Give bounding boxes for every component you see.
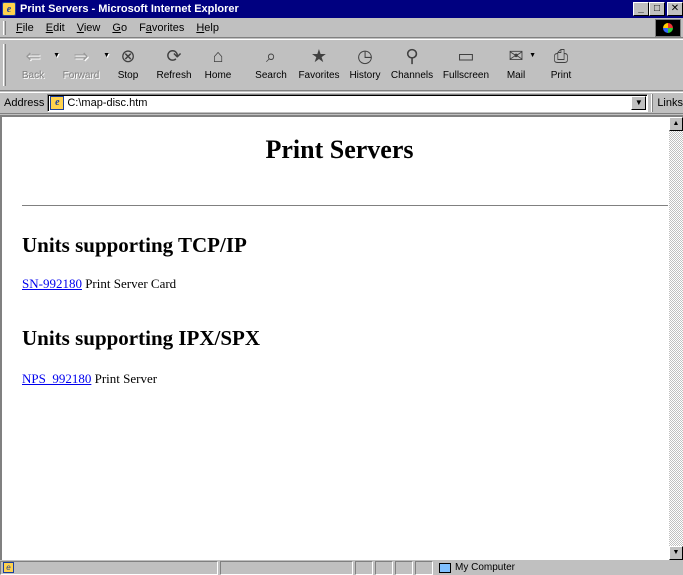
section-heading-ipxspx: Units supporting IPX/SPX <box>22 326 261 350</box>
history-icon: ◷ <box>357 45 373 66</box>
back-arrow-icon: ⇐ <box>25 45 41 66</box>
mail-button[interactable]: ✉ Mail ▼ <box>494 44 538 88</box>
page-title: Print Servers <box>265 135 414 164</box>
minimize-button[interactable]: _ <box>633 2 649 16</box>
page-icon: e <box>50 96 65 110</box>
menu-file[interactable]: File <box>10 22 40 34</box>
ie-logo-icon[interactable]: e <box>2 2 16 16</box>
forward-button[interactable]: ⇒ Forward ▼ <box>56 44 110 88</box>
list-item: NPS_992180 Print Server <box>22 371 158 386</box>
status-pane <box>415 560 433 575</box>
divider <box>22 205 668 207</box>
vertical-scrollbar[interactable]: ▲ ▼ <box>669 117 683 560</box>
history-button[interactable]: ◷ History <box>344 44 386 88</box>
title-bar: e Print Servers - Microsoft Internet Exp… <box>0 0 683 18</box>
address-dropdown-icon[interactable]: ▼ <box>631 96 647 110</box>
refresh-button[interactable]: ⟳ Refresh <box>150 44 198 88</box>
window-controls: _ □ ✕ <box>633 2 683 16</box>
menu-grip[interactable] <box>3 20 6 35</box>
menu-view[interactable]: View <box>71 22 107 34</box>
favorites-button[interactable]: ★ Favorites <box>294 44 344 88</box>
stop-button[interactable]: ⊗ Stop <box>106 44 150 88</box>
standard-toolbar: ⇐ Back ▼ ⇒ Forward ▼ ⊗ Stop ⟳ Refresh ⌂ … <box>0 39 683 91</box>
menu-help[interactable]: Help <box>190 22 225 34</box>
favorites-icon: ★ <box>310 45 328 66</box>
content-area: Print Servers Units supporting TCP/IP SN… <box>0 115 683 560</box>
fullscreen-icon: ▭ <box>457 45 475 66</box>
home-icon: ⌂ <box>212 45 224 66</box>
print-button[interactable]: ⎙ Print <box>538 44 584 88</box>
stop-icon: ⊗ <box>120 45 136 66</box>
address-label: Address <box>4 97 45 109</box>
security-zone: My Computer <box>435 562 683 573</box>
channels-icon: ⚲ <box>405 45 419 66</box>
web-page: Print Servers Units supporting TCP/IP SN… <box>8 117 671 560</box>
search-icon: ⌕ <box>265 45 277 66</box>
fullscreen-button[interactable]: ▭ Fullscreen <box>438 44 494 88</box>
address-input[interactable]: e C:\map-disc.htm ▼ <box>47 94 649 112</box>
back-button[interactable]: ⇐ Back ▼ <box>10 44 60 88</box>
close-button[interactable]: ✕ <box>667 2 683 16</box>
maximize-button[interactable]: □ <box>649 2 665 16</box>
mail-icon: ✉ <box>508 45 524 66</box>
menu-bar: File Edit View Go Favorites Help <box>0 18 683 38</box>
scroll-up-icon[interactable]: ▲ <box>669 117 683 131</box>
address-url[interactable]: C:\map-disc.htm <box>67 97 147 109</box>
link-sn-992180[interactable]: SN-992180 <box>22 276 82 291</box>
link-nps-992180[interactable]: NPS_992180 <box>22 371 91 386</box>
status-text-pane: e <box>0 560 218 575</box>
toolbar-grip[interactable] <box>3 44 6 86</box>
refresh-icon: ⟳ <box>166 45 182 66</box>
status-bar: e My Computer <box>0 560 683 575</box>
window-title: Print Servers - Microsoft Internet Explo… <box>20 3 239 15</box>
progress-pane <box>220 560 353 575</box>
address-bar: Address e C:\map-disc.htm ▼ Links <box>0 92 683 114</box>
home-button[interactable]: ⌂ Home <box>198 44 238 88</box>
list-item: SN-992180 Print Server Card <box>22 276 177 291</box>
scroll-down-icon[interactable]: ▼ <box>669 546 683 560</box>
ie-status-icon: e <box>3 562 14 573</box>
print-icon: ⎙ <box>553 45 569 66</box>
mail-dropdown-icon[interactable]: ▼ <box>529 52 536 59</box>
search-button[interactable]: ⌕ Search <box>248 44 294 88</box>
channels-button[interactable]: ⚲ Channels <box>386 44 438 88</box>
status-pane <box>395 560 413 575</box>
section-heading-tcpip: Units supporting TCP/IP <box>22 233 247 257</box>
status-pane <box>375 560 393 575</box>
my-computer-icon <box>439 562 451 573</box>
forward-arrow-icon: ⇒ <box>73 45 89 66</box>
menu-edit[interactable]: Edit <box>40 22 71 34</box>
menu-favorites[interactable]: Favorites <box>133 22 190 34</box>
links-button[interactable]: Links <box>652 94 683 112</box>
windows-logo-icon <box>655 19 681 37</box>
menu-go[interactable]: Go <box>106 22 133 34</box>
status-pane <box>355 560 373 575</box>
